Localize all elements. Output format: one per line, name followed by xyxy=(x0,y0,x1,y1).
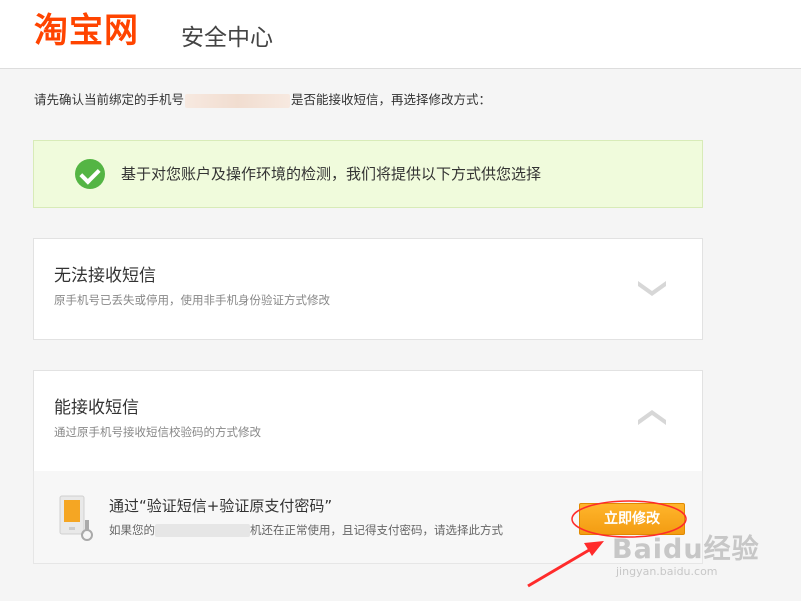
method-desc-after: 机还在正常使用，且记得支付密码，请选择此方式 xyxy=(250,523,503,537)
intro-text-after: 是否能接收短信，再选择修改方式： xyxy=(291,92,492,107)
option-can-receive-sms[interactable]: 能接收短信 通过原手机号接收短信校验码的方式修改 xyxy=(33,370,703,472)
masked-phone-number xyxy=(185,93,291,108)
verification-method-panel: 通过“验证短信+验证原支付密码” 如果您的 机还在正常使用，且记得支付密码，请选择… xyxy=(33,471,703,564)
watermark-url: jingyan.baidu.com xyxy=(616,565,718,578)
header: 淘宝网 安全中心 xyxy=(0,0,801,69)
phone-icon xyxy=(59,495,93,541)
option-title: 能接收短信 xyxy=(54,398,139,418)
notice-text: 基于对您账户及操作环境的检测，我们将提供以下方式供您选择 xyxy=(121,165,542,183)
option-title: 无法接收短信 xyxy=(54,266,156,286)
check-circle-icon xyxy=(75,159,105,189)
option-description: 原手机号已丢失或停用，使用非手机身份验证方式修改 xyxy=(54,293,330,307)
option-description: 通过原手机号接收短信校验码的方式修改 xyxy=(54,425,261,439)
method-desc-before: 如果您的 xyxy=(109,523,155,537)
chevron-down-icon[interactable] xyxy=(636,277,668,297)
method-description: 如果您的 机还在正常使用，且记得支付密码，请选择此方式 xyxy=(109,521,503,539)
masked-text xyxy=(155,524,250,537)
option-cannot-receive-sms[interactable]: 无法接收短信 原手机号已丢失或停用，使用非手机身份验证方式修改 xyxy=(33,238,703,340)
method-title: 通过“验证短信+验证原支付密码” xyxy=(109,497,333,515)
watermark-brand: Baidu经验 xyxy=(612,534,760,565)
chevron-up-icon[interactable] xyxy=(636,409,668,429)
baidu-jingyan-watermark: Baidu经验 jingyan.baidu.com xyxy=(612,527,762,583)
site-name: 安全中心 xyxy=(181,25,273,51)
detection-notice: 基于对您账户及操作环境的检测，我们将提供以下方式供您选择 xyxy=(33,140,703,208)
intro-text: 请先确认当前绑定的手机号 是否能接收短信，再选择修改方式： xyxy=(34,90,491,110)
taobao-logo[interactable]: 淘宝网 xyxy=(34,8,139,54)
intro-text-before: 请先确认当前绑定的手机号 xyxy=(34,92,185,107)
